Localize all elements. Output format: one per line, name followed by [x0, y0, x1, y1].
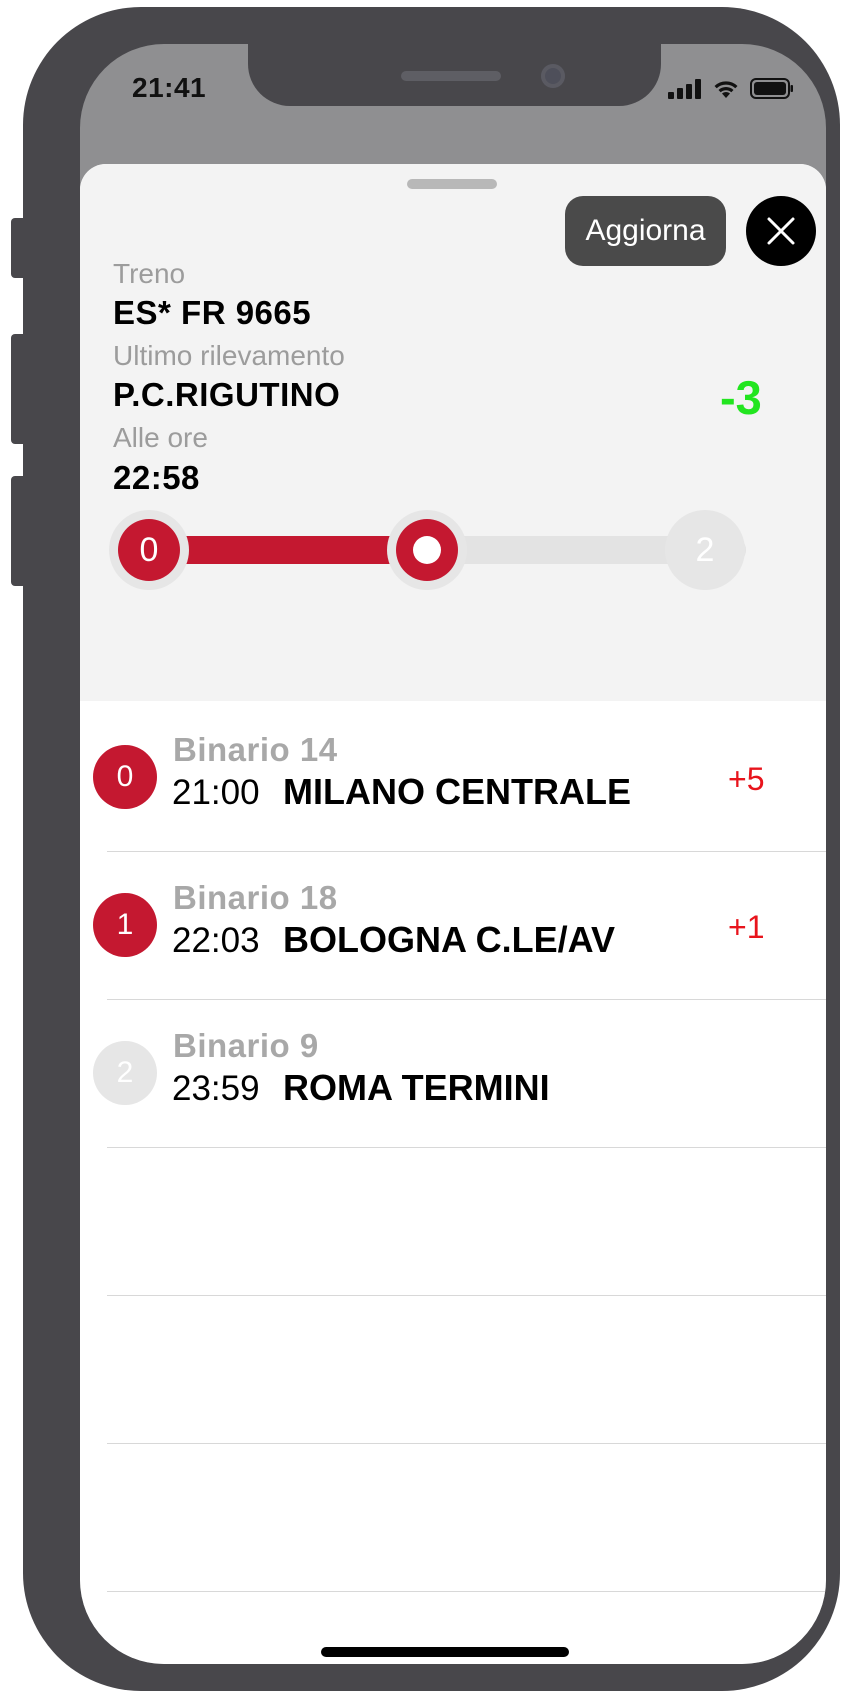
stop-time: 22:03 — [172, 921, 260, 960]
divider — [107, 1443, 826, 1444]
stop-platform: Binario 14 — [173, 731, 338, 768]
stop-delay: +1 — [728, 909, 765, 945]
screen: 21:41 Aggiorna Treno ES* FR 9665 Ultimo … — [80, 44, 826, 1664]
wifi-icon — [714, 81, 738, 98]
list-item[interactable]: 0 Binario 14 21:00 MILANO CENTRALE +5 — [80, 701, 826, 861]
divider — [107, 1591, 826, 1592]
stop-time: 21:00 — [172, 773, 260, 812]
stop-name: BOLOGNA C.LE/AV — [283, 919, 615, 960]
camera — [541, 64, 565, 88]
train-number: ES* FR 9665 — [113, 294, 312, 331]
progress-node-start: 0 — [118, 519, 180, 581]
signal-icon — [668, 78, 701, 99]
list-item[interactable]: 2 Binario 9 23:59 ROMA TERMINI — [80, 997, 826, 1157]
battery-icon — [750, 78, 793, 99]
stop-index-badge: 2 — [93, 1041, 157, 1105]
train-label: Treno — [113, 258, 186, 289]
stop-platform: Binario 18 — [173, 879, 338, 916]
last-detection-label: Ultimo rilevamento — [113, 340, 345, 371]
divider — [107, 1147, 826, 1148]
home-indicator[interactable] — [321, 1647, 569, 1657]
notch — [248, 44, 661, 106]
at-time-label: Alle ore — [113, 422, 208, 453]
divider — [107, 1295, 826, 1296]
close-icon — [767, 217, 795, 245]
progress-node-end: 2 — [674, 519, 736, 581]
stop-name: MILANO CENTRALE — [283, 771, 631, 812]
progress-node-current — [396, 519, 458, 581]
train-detail-sheet: Aggiorna Treno ES* FR 9665 Ultimo rileva… — [80, 164, 826, 1664]
at-time-value: 22:58 — [113, 459, 200, 496]
refresh-button[interactable]: Aggiorna — [565, 196, 726, 266]
sheet-header: Aggiorna Treno ES* FR 9665 Ultimo rileva… — [80, 164, 826, 701]
stop-index-badge: 0 — [93, 745, 157, 809]
stop-platform: Binario 9 — [173, 1027, 319, 1064]
close-button[interactable] — [746, 196, 816, 266]
status-time: 21:41 — [132, 72, 207, 103]
stop-name: ROMA TERMINI — [283, 1067, 550, 1108]
status-icons — [668, 78, 794, 99]
list-item[interactable]: 1 Binario 18 22:03 BOLOGNA C.LE/AV +1 — [80, 849, 826, 1009]
sheet-grabber[interactable] — [407, 179, 497, 189]
stop-time: 23:59 — [172, 1069, 260, 1108]
stop-delay: +5 — [728, 761, 765, 797]
current-position-dot — [413, 536, 441, 564]
current-delay: -3 — [720, 371, 762, 424]
phone-frame: 21:41 Aggiorna Treno ES* FR 9665 Ultimo … — [23, 7, 840, 1691]
stop-index-badge: 1 — [93, 893, 157, 957]
speaker — [401, 71, 501, 81]
last-detection-value: P.C.RIGUTINO — [113, 376, 341, 413]
